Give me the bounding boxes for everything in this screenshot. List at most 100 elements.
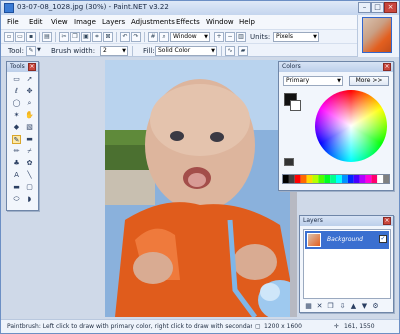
ellipse-tool-icon[interactable]: ⬭ xyxy=(12,195,21,204)
ellipse-select-icon[interactable]: ◯ xyxy=(12,99,21,108)
zoom-tool-icon[interactable]: ⌕ xyxy=(25,99,34,108)
menu-layers[interactable]: Layers xyxy=(102,18,125,26)
units-dropdown[interactable]: Pixels ▼ xyxy=(273,32,319,42)
paste-icon[interactable]: ▣ xyxy=(81,32,91,42)
zoom-out-icon[interactable]: − xyxy=(225,32,235,42)
delete-layer-icon[interactable]: ✕ xyxy=(315,302,324,311)
more-colors-button[interactable]: More >> xyxy=(349,76,389,86)
merge-layer-icon[interactable]: ⇩ xyxy=(338,302,347,311)
paint-bucket-icon[interactable]: ◆ xyxy=(12,123,21,132)
palette-swatch[interactable] xyxy=(318,175,325,183)
open-icon[interactable]: ▭ xyxy=(15,32,25,42)
paintbrush-icon[interactable]: ✎ xyxy=(12,135,21,144)
menu-window[interactable]: Window xyxy=(206,18,234,26)
palette-swatch[interactable] xyxy=(336,175,342,183)
freeform-shape-icon[interactable]: ◗ xyxy=(25,195,34,204)
undo-icon[interactable]: ↶ xyxy=(120,32,130,42)
rectangle-tool-icon[interactable]: ▬ xyxy=(12,183,21,192)
chevron-down-icon[interactable]: ▼ xyxy=(37,47,41,53)
fill-dropdown[interactable]: Solid Color ▼ xyxy=(155,46,217,56)
rounded-rectangle-icon[interactable]: ▢ xyxy=(25,183,34,192)
gradient-icon[interactable]: ▧ xyxy=(25,123,34,132)
line-tool-icon[interactable]: ╲ xyxy=(25,171,34,180)
zoom-in-icon[interactable]: + xyxy=(214,32,224,42)
paintbrush-tool-icon[interactable]: ✎ xyxy=(26,46,36,56)
colors-panel-close-button[interactable]: × xyxy=(383,63,391,71)
palette-swatch[interactable] xyxy=(371,175,378,183)
move-selection-icon[interactable]: ➚ xyxy=(25,75,34,84)
palette-swatch[interactable] xyxy=(324,175,331,183)
menu-effects[interactable]: Effects xyxy=(176,18,200,26)
photo-canvas[interactable] xyxy=(105,60,297,317)
move-selected-icon[interactable]: ✥ xyxy=(25,87,34,96)
palette-swatch[interactable] xyxy=(294,175,301,183)
palette-swatch[interactable] xyxy=(341,175,348,183)
zoom-dropdown[interactable]: Window ▼ xyxy=(170,32,210,42)
palette-swatch[interactable] xyxy=(347,175,354,183)
swap-colors-icon[interactable] xyxy=(284,158,294,166)
clone-stamp-icon[interactable]: ♣ xyxy=(12,159,21,168)
palette-swatch[interactable] xyxy=(283,175,289,183)
redo-icon[interactable]: ↷ xyxy=(131,32,141,42)
zoom-icon[interactable]: ⌕ xyxy=(159,32,169,42)
duplicate-layer-icon[interactable]: ❐ xyxy=(326,302,335,311)
ruler-icon[interactable]: ▥ xyxy=(236,32,246,42)
copy-icon[interactable]: ❐ xyxy=(70,32,80,42)
color-picker-icon[interactable]: ⌿ xyxy=(25,147,34,156)
move-layer-down-icon[interactable]: ▼ xyxy=(360,302,369,311)
layers-panel-close-button[interactable]: × xyxy=(383,217,391,225)
text-tool-icon[interactable]: A xyxy=(12,171,21,180)
recolor-icon[interactable]: ✿ xyxy=(25,159,34,168)
menu-help[interactable]: Help xyxy=(239,18,255,26)
antialiasing-icon[interactable]: ∿ xyxy=(225,46,235,56)
menu-edit[interactable]: Edit xyxy=(29,18,43,26)
palette-swatch[interactable] xyxy=(288,175,295,183)
layer-visibility-checkbox[interactable]: ✓ xyxy=(379,235,387,243)
color-palette[interactable] xyxy=(282,174,390,184)
tools-panel-close-button[interactable]: × xyxy=(28,63,36,71)
palette-swatch[interactable] xyxy=(359,175,366,183)
grid-icon[interactable]: # xyxy=(148,32,158,42)
add-layer-icon[interactable]: ▦ xyxy=(304,302,313,311)
menu-view[interactable]: View xyxy=(51,18,68,26)
pan-tool-icon[interactable]: ✋ xyxy=(25,111,34,120)
lasso-select-icon[interactable]: ℓ xyxy=(12,87,21,96)
colors-panel[interactable]: Colors × Primary ▼ More >> xyxy=(278,61,394,191)
save-icon[interactable]: ▪ xyxy=(26,32,36,42)
cut-icon[interactable]: ✂ xyxy=(59,32,69,42)
palette-swatch[interactable] xyxy=(300,175,307,183)
secondary-color-swatch[interactable] xyxy=(290,100,301,111)
crop-icon[interactable]: ⌗ xyxy=(92,32,102,42)
palette-swatch[interactable] xyxy=(306,175,313,183)
color-mode-dropdown[interactable]: Primary ▼ xyxy=(283,76,343,86)
layer-properties-icon[interactable]: ⚙ xyxy=(371,302,380,311)
palette-swatch[interactable] xyxy=(353,175,360,183)
layer-row-background[interactable]: Background ✓ xyxy=(305,231,389,249)
magic-wand-icon[interactable]: ✶ xyxy=(12,111,21,120)
maximize-button[interactable]: □ xyxy=(371,2,384,13)
print-icon[interactable]: ▤ xyxy=(42,32,52,42)
new-icon[interactable]: ▫ xyxy=(4,32,14,42)
tools-panel[interactable]: Tools × ▭ ➚ ℓ ✥ ◯ ⌕ ✶ ✋ ◆ ▧ ✎ ▬ ✏ ⌿ ♣ ✿ … xyxy=(6,61,39,211)
image-thumbnail[interactable] xyxy=(362,17,392,53)
move-layer-up-icon[interactable]: ▲ xyxy=(349,302,358,311)
palette-swatch[interactable] xyxy=(330,175,336,183)
title-bar[interactable]: 03-07-08_1028.jpg (30%) - Paint.NET v3.2… xyxy=(1,1,399,15)
minimize-button[interactable]: – xyxy=(358,2,371,13)
palette-swatch[interactable] xyxy=(312,175,319,183)
brush-width-input[interactable]: 2 ▼ xyxy=(100,46,128,56)
menu-file[interactable]: File xyxy=(7,18,19,26)
palette-swatch[interactable] xyxy=(383,175,389,183)
menu-image[interactable]: Image xyxy=(74,18,96,26)
deselect-icon[interactable]: ⊠ xyxy=(103,32,113,42)
blend-mode-icon[interactable]: ▰ xyxy=(238,46,248,56)
close-button[interactable]: × xyxy=(384,2,397,13)
palette-swatch[interactable] xyxy=(377,175,384,183)
layers-panel[interactable]: Layers × Background ✓ ▦ ✕ ❐ ⇩ ▲ ▼ ⚙ xyxy=(299,215,394,313)
eraser-icon[interactable]: ▬ xyxy=(25,135,34,144)
palette-swatch[interactable] xyxy=(365,175,372,183)
color-wheel[interactable] xyxy=(315,90,387,162)
menu-adjustments[interactable]: Adjustments xyxy=(131,18,175,26)
pencil-icon[interactable]: ✏ xyxy=(12,147,21,156)
rectangle-select-icon[interactable]: ▭ xyxy=(12,75,21,84)
